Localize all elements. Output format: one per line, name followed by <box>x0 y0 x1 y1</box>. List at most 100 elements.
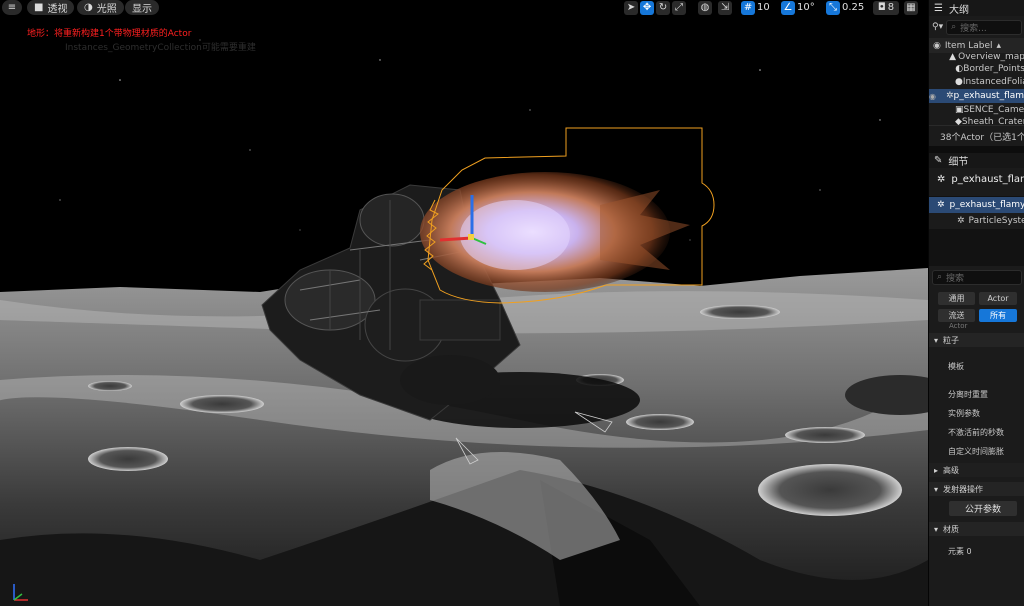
outliner-icon: ☰ <box>934 2 943 14</box>
surface-snap-icon: ⇲ <box>720 2 730 13</box>
details-actor-name: p_exhaust_flamy <box>951 173 1024 185</box>
outliner-status: 38个Actor（已选1个） <box>929 125 1024 146</box>
search-icon: ⌕ <box>951 22 957 32</box>
outliner-tab[interactable]: ☰ 大纲 <box>929 0 1024 16</box>
clipped-row: Actor <box>949 322 968 330</box>
outliner-title: 大纲 <box>948 4 969 16</box>
grid-snap[interactable]: # 10 <box>741 0 770 15</box>
level-viewport[interactable]: ≡ ■ 透视 ◑ 光照 显示 ➤ ✥ ↻ ⤢ ◍ ⇲ # 10 ∠ 10° ⤡ … <box>0 0 928 606</box>
filter-all-button[interactable]: 所有 <box>979 309 1017 322</box>
layout-grid-icon: ▦ <box>906 2 916 13</box>
search-icon: ⌕ <box>937 272 943 282</box>
chevron-down-icon: ▾ <box>934 484 939 494</box>
scene-render[interactable] <box>0 0 928 606</box>
details-search-input[interactable]: ⌕ 搜索 <box>932 269 1022 285</box>
surface-snap-toggle[interactable]: ⇲ <box>718 0 732 15</box>
rebuild-warning: 地形：将重新构建1个带物理材质的Actor <box>27 29 192 39</box>
sort-asc-icon: ▴ <box>996 40 1002 51</box>
filter-row-1: 通用 Actor <box>929 288 1024 305</box>
grid-snap-value: 10 <box>757 2 770 13</box>
move-tool-button[interactable]: ✥ <box>640 0 654 15</box>
outliner-item-border[interactable]: ◐ Border_Points <box>929 63 1024 75</box>
perspective-button[interactable]: ■ 透视 <box>27 0 75 15</box>
chevron-down-icon: ▾ <box>934 335 939 345</box>
grid-icon: # <box>743 2 753 13</box>
details-title: 细节 <box>948 157 969 168</box>
exhaust-flame-particles[interactable] <box>420 172 690 292</box>
chevron-down-icon: ▾ <box>934 524 939 534</box>
filter-icon[interactable]: ⚲▾ <box>932 22 943 32</box>
filter-streaming-button[interactable]: 流送 <box>938 309 975 322</box>
lighting-icon: ◑ <box>84 2 93 13</box>
move-icon: ✥ <box>642 2 652 13</box>
filter-general-button[interactable]: 通用 <box>938 292 975 305</box>
hamburger-icon: ≡ <box>7 2 17 13</box>
sphere-icon: ● <box>955 77 963 87</box>
prop-element0: 元素 0 <box>948 546 972 556</box>
camera-icon: ◘ <box>877 2 886 13</box>
section-emitter-ops[interactable]: ▾ 发射器操作 <box>929 482 1024 496</box>
details-icon: ✎ <box>934 155 943 166</box>
prop-instance-params: 实例参数 <box>948 409 980 418</box>
details-actor-header: ✲ p_exhaust_flamy <box>929 168 1024 190</box>
viewport-layout-button[interactable]: ▦ <box>904 0 918 15</box>
outliner-search-input[interactable]: ⌕ 搜索... <box>946 19 1022 35</box>
mesh-icon: ◆ <box>955 117 962 125</box>
expose-params-button[interactable]: 公开参数 <box>949 501 1017 516</box>
visibility-column-icon: ◉ <box>933 40 941 51</box>
component-root-row[interactable]: ✲ p_exhaust_flamy <box>929 197 1024 213</box>
select-tool-button[interactable]: ➤ <box>624 0 638 15</box>
filter-row-2: 流送 所有 <box>929 305 1024 322</box>
scale-snap-icon: ⤡ <box>829 2 837 13</box>
scale-icon: ⤢ <box>675 2 683 13</box>
show-label: 显示 <box>132 4 152 15</box>
section-particle[interactable]: ▾ 粒子 <box>929 333 1024 347</box>
chevron-right-icon: ▸ <box>934 465 939 475</box>
prop-reset-on-detach: 分离时重置 <box>948 390 988 399</box>
show-button[interactable]: 显示 <box>125 0 159 15</box>
camera-speed-value: 8 <box>887 2 895 13</box>
globe-icon: ◍ <box>700 2 710 13</box>
eye-icon[interactable]: ◉ <box>929 92 936 101</box>
outliner-item-camera[interactable]: ▣ SENCE_Camera <box>929 103 1024 117</box>
lighting-button[interactable]: ◑ 光照 <box>77 0 124 15</box>
rotation-snap[interactable]: ∠ 10° <box>781 0 815 15</box>
section-material[interactable]: ▾ 材质 <box>929 522 1024 536</box>
item-label-column: Item Label <box>944 40 993 51</box>
transform-tools: ➤ ✥ ↻ ⤢ <box>624 0 686 15</box>
rotate-tool-button[interactable]: ↻ <box>656 0 670 15</box>
outliner-item-exhaust[interactable]: ◉ ✲ p_exhaust_flamy <box>929 89 1024 103</box>
outliner-item-overview[interactable]: ▲ Overview_map <box>929 51 1024 63</box>
editor-side-panel: ☰ 大纲 ⚲▾ ⌕ 搜索... ◉ Item Label ▴ ▲ Overvie… <box>928 0 1024 606</box>
outliner-search-placeholder: 搜索... <box>960 23 987 34</box>
prop-seconds-before-inactive: 不激活前的秒数 <box>948 428 1004 437</box>
scale-tool-button[interactable]: ⤢ <box>672 0 686 15</box>
outliner-item-instanced[interactable]: ● InstancedFoliageActor <box>929 75 1024 89</box>
details-tab[interactable]: ✎ 细节 <box>929 153 1024 168</box>
outliner-item-sheath[interactable]: ◆ Sheath_Crater <box>929 117 1024 125</box>
outliner-toolbar: ⚲▾ ⌕ 搜索... <box>929 16 1024 38</box>
scale-snap[interactable]: ⤡ 0.25 <box>826 0 864 15</box>
filter-actor-button[interactable]: Actor <box>979 292 1017 305</box>
section-advanced[interactable]: ▸ 高级 <box>929 463 1024 477</box>
lighting-label: 光照 <box>96 4 117 15</box>
prop-custom-time-dilation: 自定义时间膨胀 <box>948 447 1004 456</box>
viewport-menu-button[interactable]: ≡ <box>2 0 22 15</box>
camera-speed[interactable]: ◘ 8 <box>873 0 899 15</box>
rotate-icon: ↻ <box>658 2 668 13</box>
scale-snap-value: 0.25 <box>842 2 865 13</box>
particle-icon: ✲ <box>945 91 954 101</box>
rebuild-subwarning: Instances_GeometryCollection可能需要重建 <box>65 43 256 53</box>
cursor-icon: ➤ <box>626 2 636 13</box>
angle-icon: ∠ <box>783 2 793 13</box>
map-icon: ▲ <box>949 52 957 62</box>
perspective-label: 透视 <box>47 4 68 15</box>
component-child-row[interactable]: ✲ ParticleSystemComponent <box>929 213 1024 229</box>
viewport-toolbar: ≡ ■ 透视 ◑ 光照 显示 ➤ ✥ ↻ ⤢ ◍ ⇲ # 10 ∠ 10° ⤡ … <box>0 0 928 16</box>
rotation-snap-value: 10° <box>797 2 815 13</box>
actor-icon: ◐ <box>955 64 964 74</box>
prop-template: 模板 <box>948 361 964 371</box>
cube-icon: ■ <box>34 2 44 13</box>
world-local-toggle[interactable]: ◍ <box>698 0 712 15</box>
camera-actor-icon: ▣ <box>955 105 964 115</box>
